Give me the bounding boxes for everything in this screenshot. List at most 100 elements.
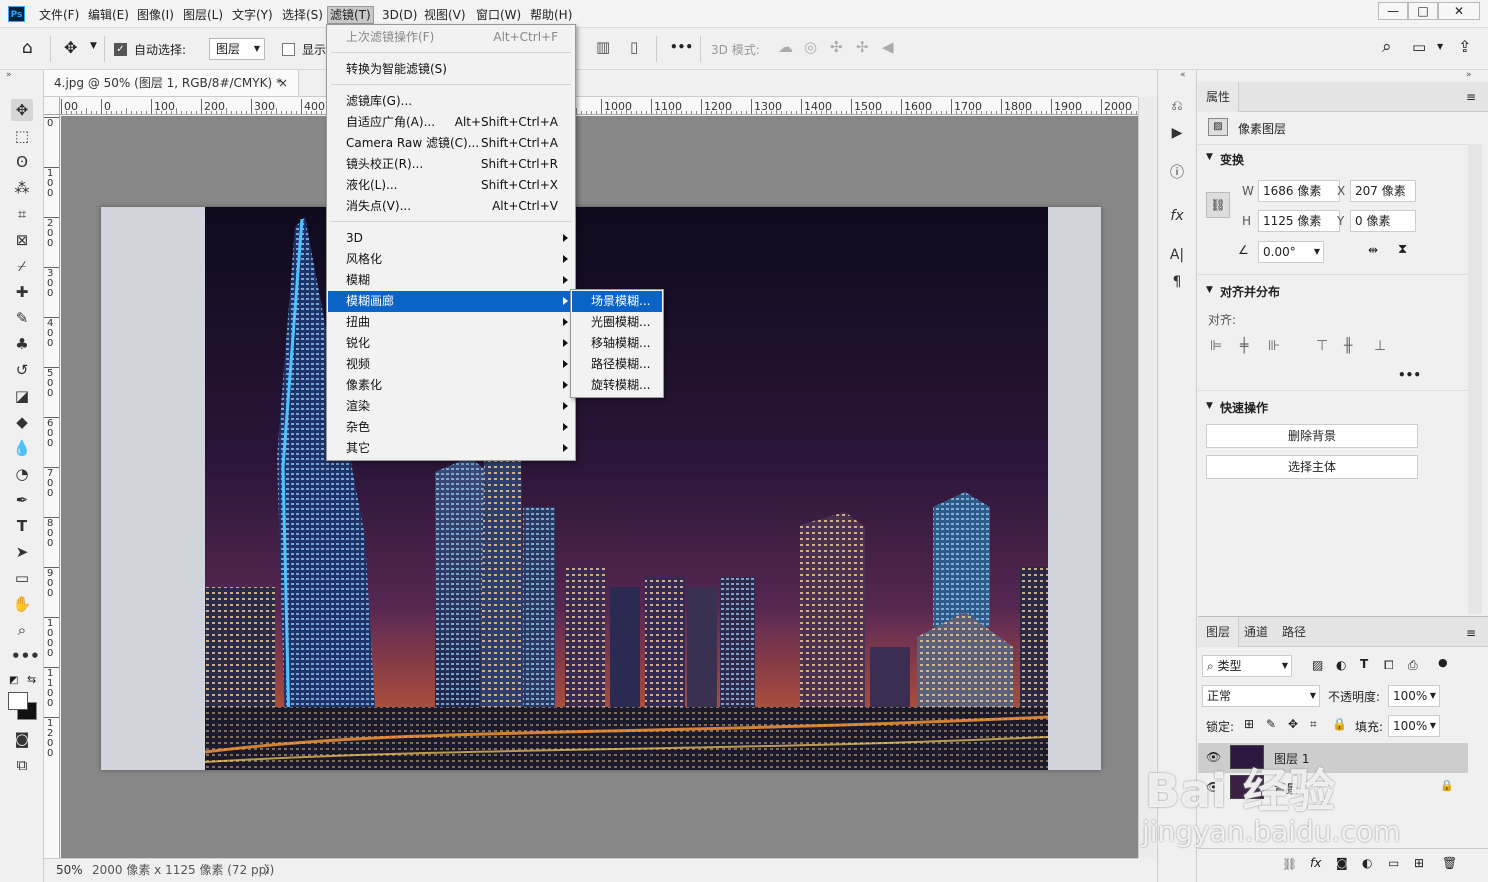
select-subject-button[interactable]: 选择主体 [1206,455,1418,479]
magic-wand-tool-icon[interactable]: ⁂ [11,177,33,199]
pan-3d-icon[interactable]: ✣ [830,38,843,56]
filter-menu-item[interactable]: 视频 [328,354,574,375]
menu-3d[interactable]: 3D(D) [380,7,419,23]
lasso-tool-icon[interactable]: ʘ [11,151,33,173]
align-top-icon[interactable]: ⊤ [1316,338,1328,354]
scale-3d-icon[interactable]: ◀ [882,38,894,56]
filter-menu-item[interactable]: 锐化 [328,333,574,354]
history-panel-icon[interactable]: ⎌ [1167,96,1187,116]
filter-menu-item[interactable]: 消失点(V)... Alt+Ctrl+V [328,196,574,217]
maximize-button[interactable]: □ [1408,2,1438,20]
filter-menu-item[interactable]: 像素化 [328,375,574,396]
type-tool-icon[interactable]: T [11,515,33,537]
properties-scrollbar[interactable] [1468,144,1482,614]
orbit-3d-icon[interactable]: ☁ [778,38,793,56]
filter-menu-item[interactable]: 自适应广角(A)... Alt+Shift+Ctrl+A [328,112,574,133]
filter-menu-item[interactable]: 扭曲 [328,312,574,333]
align-center-horizontal-icon[interactable]: ╪ [1240,338,1248,354]
move-tool-icon[interactable]: ✥ [64,38,77,57]
status-menu-arrow-icon[interactable]: 〉 [264,859,276,881]
foreground-color-swatch[interactable] [8,692,28,710]
height-field[interactable]: 1125 像素 [1258,210,1340,232]
filter-menu-item[interactable]: Camera Raw 滤镜(C)... Shift+Ctrl+A [328,133,574,154]
menu-file[interactable]: 文件(F) [37,7,81,23]
opacity-field[interactable]: 100% ▼ [1388,685,1440,707]
frame-tool-icon[interactable]: ⊠ [11,229,33,251]
filter-shape-icon[interactable]: ⧠ [1384,658,1394,673]
pen-tool-icon[interactable]: ✒ [11,489,33,511]
crop-tool-icon[interactable]: ⌗ [11,203,33,225]
slide-3d-icon[interactable]: ✢ [856,38,869,56]
zoom-level[interactable]: 50% [56,859,83,881]
link-icon[interactable]: ⛓ [1206,192,1230,218]
brush-tool-icon[interactable]: ✎ [11,307,33,329]
auto-select-target-dropdown[interactable]: 图层 ▼ [209,38,265,60]
search-icon[interactable]: ⌕ [1382,37,1392,57]
quick-mask-icon[interactable]: ◙ [11,728,33,750]
menu-layer[interactable]: 图层(L) [181,7,225,23]
auto-select-checkbox[interactable]: ✓ [114,43,127,56]
workspace-icon[interactable]: ▭ [1412,38,1426,56]
filter-menu-item[interactable]: 模糊 [328,270,574,291]
lock-all-icon[interactable]: 🔒 [1332,717,1347,731]
align-right-icon[interactable]: ⊪ [1268,338,1280,354]
filter-adjustment-icon[interactable]: ◐ [1336,658,1346,672]
close-tab-icon[interactable]: × [278,70,288,96]
actions-panel-icon[interactable]: ▶ [1167,123,1187,143]
default-colors-icon[interactable]: ◩ [9,675,18,686]
chevron-down-icon[interactable]: ▼ [1206,152,1213,162]
remove-background-button[interactable]: 删除背景 [1206,424,1418,448]
menu-type[interactable]: 文字(Y) [230,7,275,23]
blur-gallery-item[interactable]: 路径模糊... [572,354,662,375]
align-left-icon[interactable]: ⊫ [1210,338,1222,354]
menu-window[interactable]: 窗口(W) [474,7,523,23]
quick-actions-header[interactable]: 快速操作 [1220,399,1268,416]
more-options-icon[interactable]: ••• [670,40,693,54]
x-field[interactable]: 207 像素 [1350,180,1416,202]
paragraph-panel-icon[interactable]: ¶ [1167,272,1187,292]
blend-mode-dropdown[interactable]: 正常 ▼ [1202,685,1320,707]
tab-paths[interactable]: 路径 [1274,617,1314,647]
align-middle-vertical-icon[interactable]: ╫ [1344,338,1352,354]
healing-brush-tool-icon[interactable]: ✚ [11,281,33,303]
tab-properties[interactable]: 属性 [1198,82,1240,112]
collapse-panels-icon[interactable]: « [1180,70,1186,80]
filter-menu-item[interactable]: 3D [328,228,574,249]
lock-image-icon[interactable]: ✎ [1266,717,1276,731]
history-brush-tool-icon[interactable]: ↺ [11,359,33,381]
blur-gallery-item[interactable]: 场景模糊... [572,291,662,312]
dodge-tool-icon[interactable]: ◔ [11,463,33,485]
filter-menu-item[interactable]: 滤镜库(G)... [328,91,574,112]
angle-field[interactable]: 0.00° ▼ [1258,241,1324,263]
move-tool-icon[interactable]: ✥ [11,99,33,121]
filter-pixel-icon[interactable]: ▨ [1312,658,1323,672]
ruler-origin[interactable] [44,97,60,115]
flip-vertical-icon[interactable]: ⧗ [1398,242,1407,257]
lock-position-icon[interactable]: ✥ [1288,717,1298,731]
chevron-down-icon[interactable]: ▼ [1206,285,1213,295]
lock-artboard-icon[interactable]: ⌗ [1310,717,1317,732]
roll-3d-icon[interactable]: ◎ [804,38,817,56]
new-group-icon[interactable]: ▭ [1388,856,1399,870]
zoom-tool-icon[interactable]: ⌕ [11,619,33,641]
eyedropper-tool-icon[interactable]: ⌿ [11,255,33,277]
menu-edit[interactable]: 编辑(E) [86,7,131,23]
fill-field[interactable]: 100% ▼ [1388,715,1440,737]
close-button[interactable]: ✕ [1438,2,1480,20]
flip-horizontal-icon[interactable]: ⇹ [1368,243,1378,257]
filter-menu-item[interactable]: 杂色 [328,417,574,438]
info-panel-icon[interactable]: ⓘ [1167,163,1187,183]
new-layer-icon[interactable]: ⊞ [1414,856,1424,870]
document-tab[interactable]: 4.jpg @ 50% (图层 1, RGB/8#/CMYK) * × [44,70,299,96]
chevron-down-icon[interactable]: ▼ [1206,401,1213,411]
layers-menu-icon[interactable]: ≡ [1466,626,1476,640]
layer-style-icon[interactable]: fx [1310,856,1321,870]
filter-menu-item[interactable]: 镜头校正(R)... Shift+Ctrl+R [328,154,574,175]
paint-bucket-tool-icon[interactable]: ◆ [11,411,33,433]
styles-panel-icon[interactable]: fx [1167,206,1187,226]
minimize-button[interactable]: — [1378,2,1408,20]
blur-gallery-item[interactable]: 光圈模糊... [572,312,662,333]
distribute-bottom-icon[interactable]: ▥ [596,38,610,56]
distribute-horizontal-icon[interactable]: ▯ [630,38,638,56]
filter-smart-object-icon[interactable]: ⎙ [1408,658,1418,673]
